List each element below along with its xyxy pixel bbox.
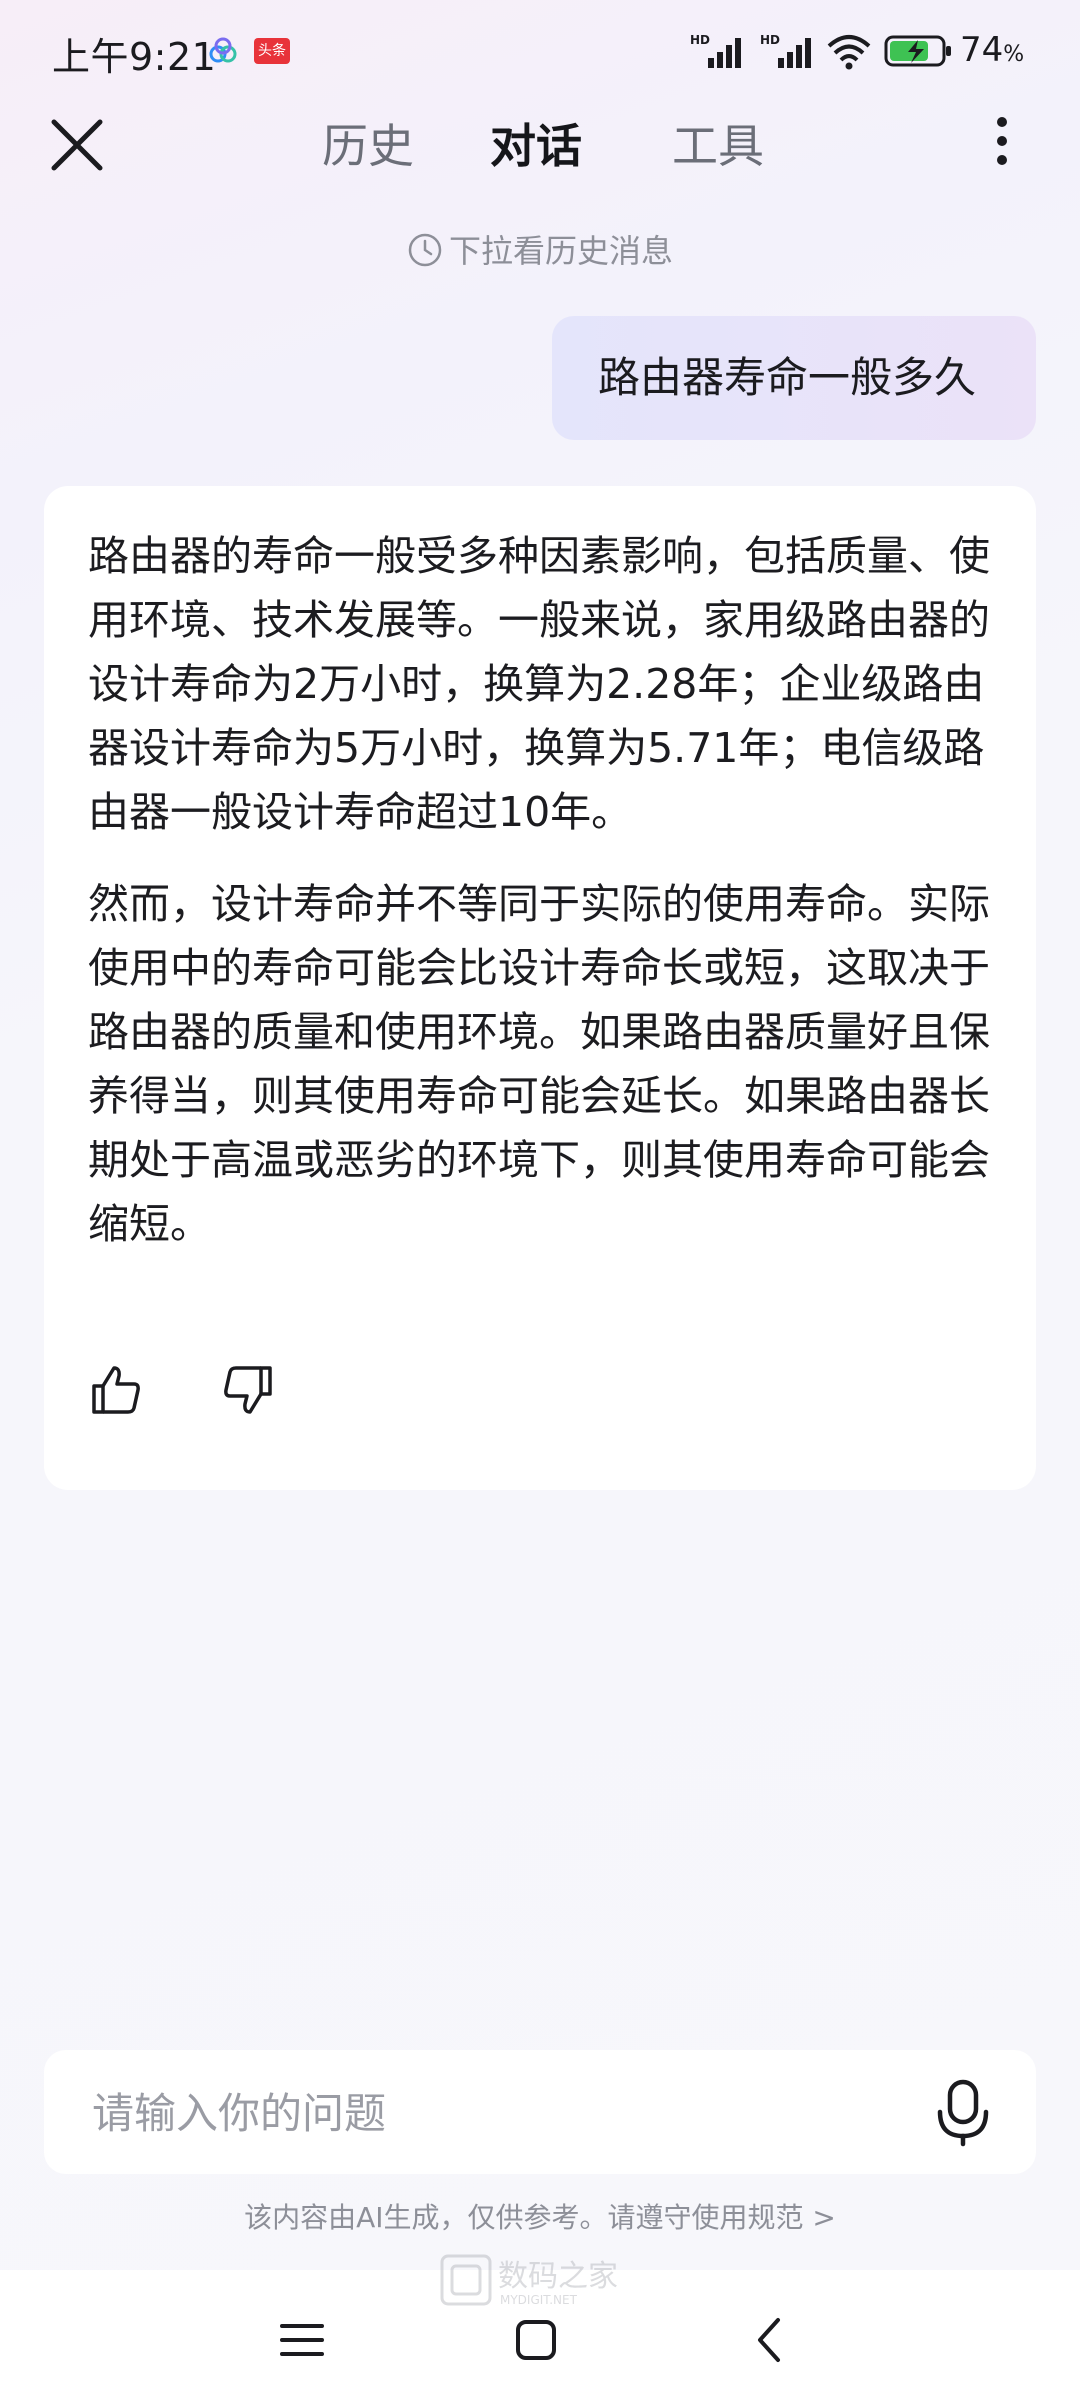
- more-dot: [997, 136, 1007, 146]
- history-hint-text: 下拉看历史消息: [448, 232, 673, 270]
- more-dot: [997, 155, 1007, 165]
- watermark-logo: 数码之家 MYDIGIT.NET: [440, 2254, 618, 2307]
- history-hint[interactable]: 下拉看历史消息: [0, 226, 1080, 272]
- menu-icon[interactable]: [274, 2312, 330, 2368]
- home-icon[interactable]: [508, 2312, 564, 2368]
- status-bar: 上午9:21 头条 HD HD 74%: [0, 0, 1080, 104]
- signal-hd-icon: HD: [690, 33, 741, 68]
- microphone-icon[interactable]: [930, 2078, 996, 2148]
- tab-chat[interactable]: 对话: [490, 110, 582, 176]
- more-options-button[interactable]: [980, 110, 1024, 180]
- answer-paragraph: 路由器的寿命一般受多种因素影响，包括质量、使用环境、技术发展等。一般来说，家用级…: [88, 532, 990, 836]
- question-input[interactable]: [90, 2050, 914, 2176]
- close-icon[interactable]: [44, 112, 110, 178]
- battery-level-unit: %: [1003, 42, 1025, 67]
- svg-text:数码之家: 数码之家: [498, 2259, 618, 2294]
- thumbs-up-icon[interactable]: [88, 1362, 144, 1418]
- battery-level: 74%: [960, 30, 1024, 70]
- news-app-icon: 头条: [254, 38, 290, 64]
- wifi-icon: [827, 35, 871, 70]
- battery-level-value: 74: [960, 30, 1004, 70]
- answer-paragraph: 然而，设计寿命并不等同于实际的使用寿命。实际使用中的寿命可能会比设计寿命长或短，…: [88, 880, 990, 1248]
- user-message-bubble: 路由器寿命一般多久: [552, 316, 1036, 440]
- battery-charging-icon: [884, 35, 951, 67]
- svg-text:MYDIGIT.NET: MYDIGIT.NET: [500, 2293, 578, 2307]
- back-icon[interactable]: [742, 2312, 798, 2368]
- more-dot: [997, 117, 1007, 127]
- ai-disclaimer[interactable]: 该内容由AI生成，仅供参考。请遵守使用规范 >: [0, 2196, 1080, 2236]
- cloud-app-icon: [209, 37, 237, 63]
- assistant-answer-card: 路由器的寿命一般受多种因素影响，包括质量、使用环境、技术发展等。一般来说，家用级…: [44, 486, 1036, 1490]
- clock-icon: [408, 233, 442, 267]
- svg-text:HD: HD: [690, 33, 710, 47]
- tab-tools[interactable]: 工具: [672, 110, 764, 176]
- svg-text:HD: HD: [760, 33, 780, 47]
- thumbs-down-icon[interactable]: [220, 1362, 276, 1418]
- status-time: 上午9:21: [52, 35, 217, 79]
- tab-history[interactable]: 历史: [322, 110, 414, 176]
- signal-hd-icon-2: HD: [760, 33, 811, 68]
- question-input-container: [44, 2050, 1036, 2176]
